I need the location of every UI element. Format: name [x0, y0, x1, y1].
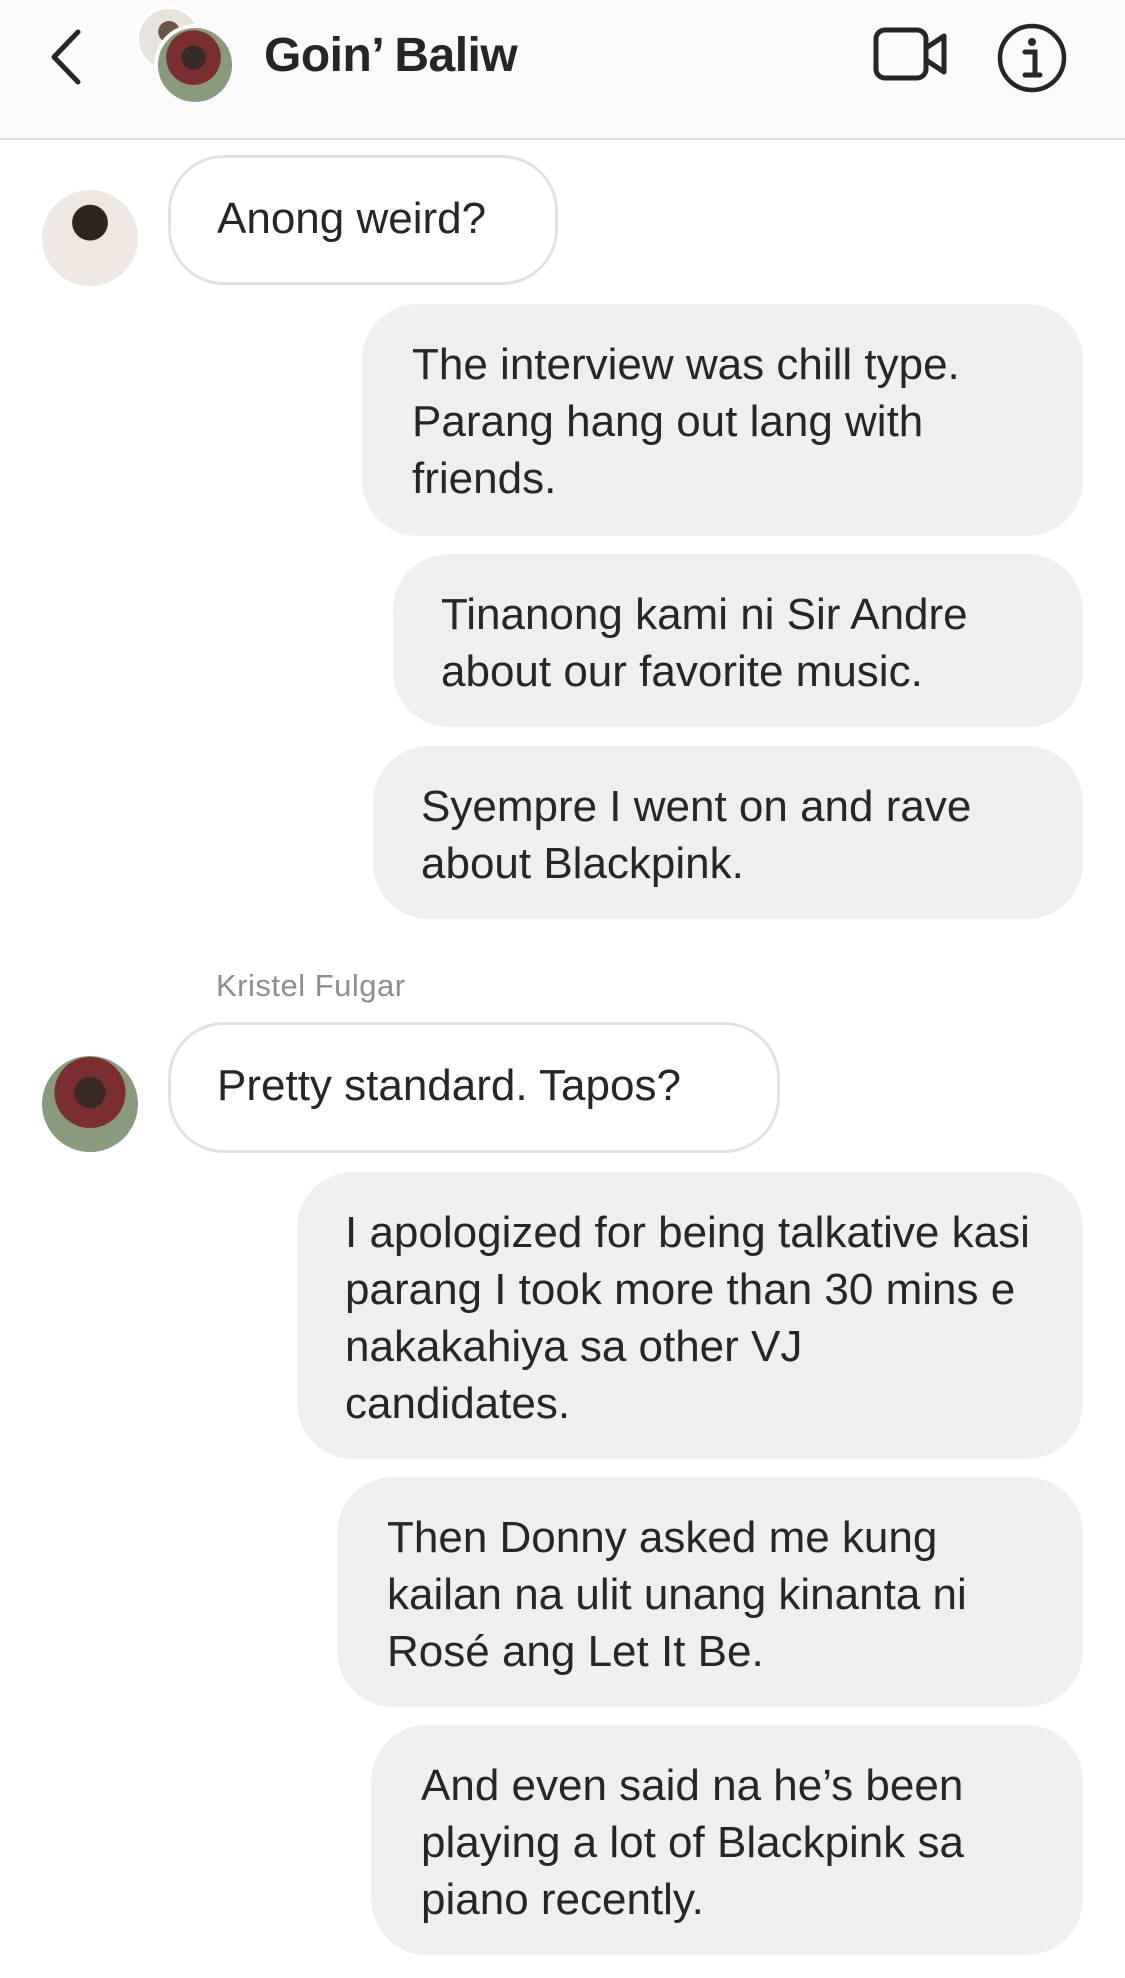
chat-title[interactable]: Goin’ Baliw [264, 28, 518, 83]
group-avatar-member-2 [154, 24, 236, 106]
incoming-message-bubble[interactable]: Pretty standard. Tapos? [168, 1022, 780, 1153]
sender-name: Kristel Fulgar [216, 968, 406, 1003]
message-text: And even said na he’s been playing a lot… [421, 1761, 964, 1924]
outgoing-message-bubble[interactable]: And even said na he’s been playing a lot… [371, 1725, 1083, 1955]
sender-avatar[interactable] [42, 190, 138, 286]
message-text: Then Donny asked me kung kailan na ulit … [387, 1513, 967, 1676]
message-text: I apologized for being talkative kasi pa… [345, 1208, 1030, 1428]
outgoing-message-bubble[interactable]: The interview was chill type. Parang han… [362, 304, 1083, 536]
chat-header: Goin’ Baliw [0, 0, 1125, 140]
outgoing-message-bubble[interactable]: Syempre I went on and rave about Blackpi… [373, 746, 1083, 919]
sender-avatar[interactable] [42, 1056, 138, 1152]
outgoing-message-bubble[interactable]: I apologized for being talkative kasi pa… [297, 1172, 1083, 1459]
incoming-message-bubble[interactable]: Anong weird? [168, 155, 558, 285]
info-circle-icon[interactable] [996, 22, 1068, 94]
message-text: Anong weird? [217, 194, 487, 243]
message-text: Syempre I went on and rave about Blackpi… [421, 782, 972, 888]
message-text: Pretty standard. Tapos? [217, 1061, 681, 1110]
back-chevron-icon[interactable] [40, 22, 96, 92]
message-text: Tinanong kami ni Sir Andre about our fav… [441, 590, 968, 696]
outgoing-message-bubble[interactable]: Tinanong kami ni Sir Andre about our fav… [393, 554, 1083, 727]
group-avatar[interactable] [136, 6, 236, 106]
message-text: The interview was chill type. Parang han… [412, 340, 960, 503]
video-camera-icon[interactable] [872, 24, 950, 84]
outgoing-message-bubble[interactable]: Then Donny asked me kung kailan na ulit … [337, 1477, 1083, 1707]
